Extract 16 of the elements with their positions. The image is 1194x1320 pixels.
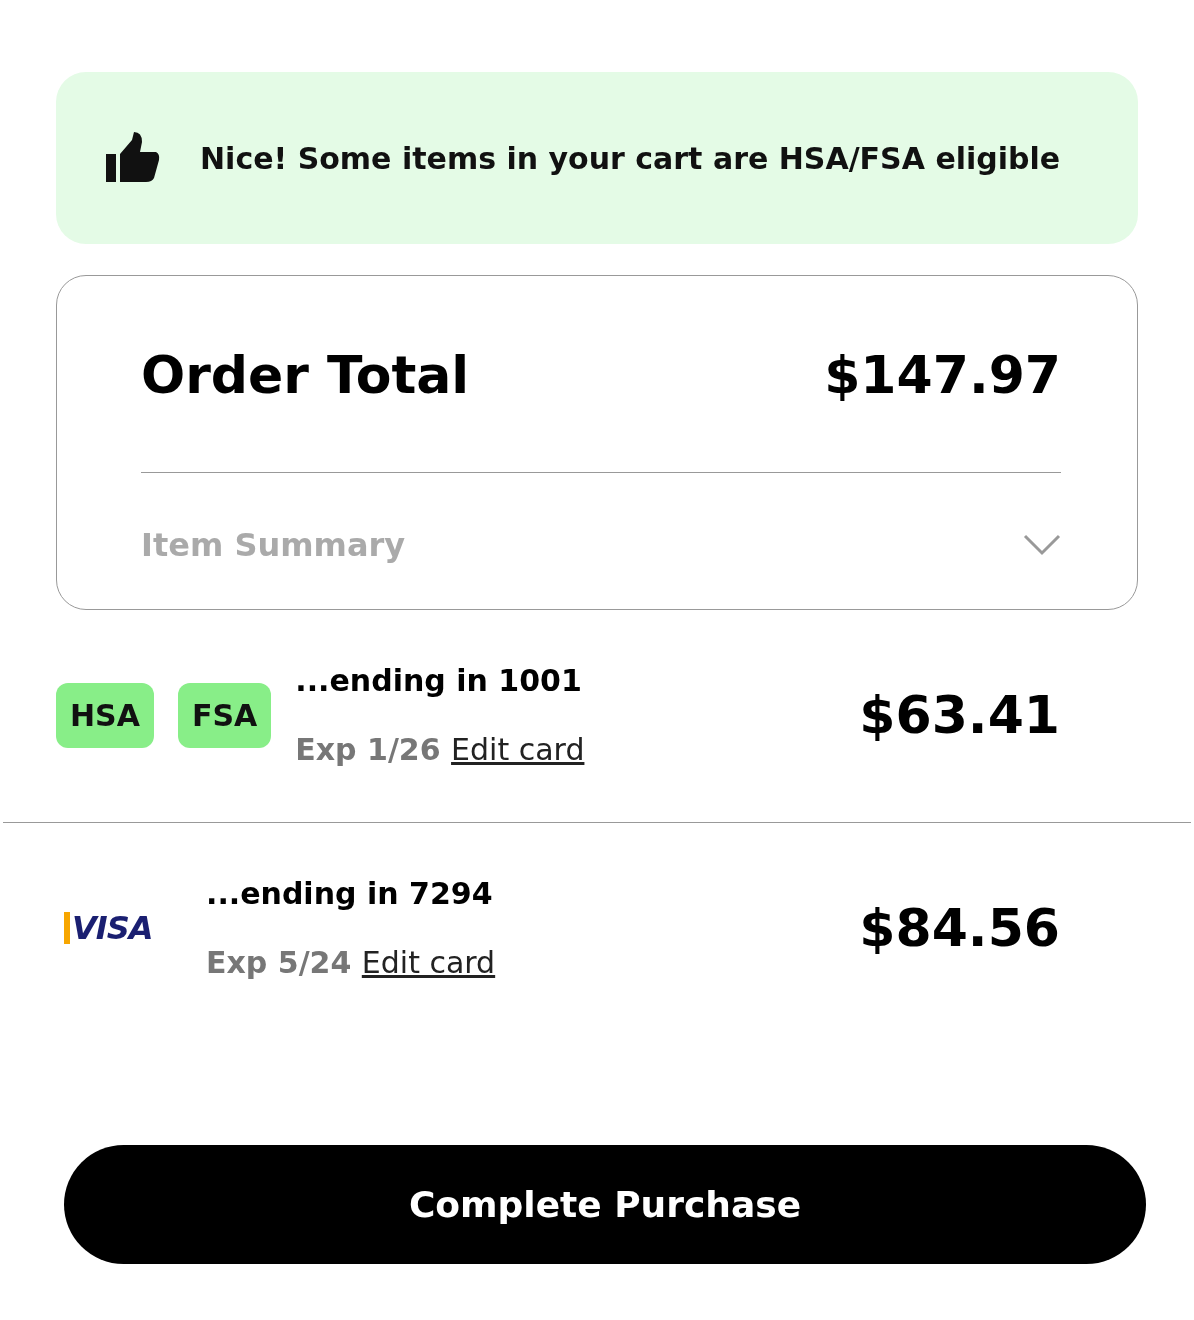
banner-text: Nice! Some items in your cart are HSA/FSA eligible xyxy=(200,139,1061,178)
thumbs-up-icon xyxy=(106,132,160,184)
order-total-label: Order Total xyxy=(141,344,470,407)
eligibility-tag: HSA xyxy=(56,682,154,748)
card-expiry: Exp 5/24 xyxy=(206,945,352,980)
card-expiry: Exp 1/26 xyxy=(295,732,441,767)
edit-card-link[interactable]: Edit card xyxy=(451,732,585,767)
card-logo: VISA xyxy=(64,912,153,944)
order-total-amount: $147.97 xyxy=(824,344,1061,407)
card-ending: ...ending in 7294 xyxy=(206,875,494,913)
complete-purchase-button[interactable]: Complete Purchase xyxy=(64,1145,1146,1264)
payment-amount: $63.41 xyxy=(859,684,1060,747)
card-ending: ...ending in 1001 xyxy=(295,662,583,700)
eligibility-tag: FSA xyxy=(177,682,272,748)
edit-card-link[interactable]: Edit card xyxy=(361,945,496,980)
payment-amount: $84.56 xyxy=(859,897,1060,960)
